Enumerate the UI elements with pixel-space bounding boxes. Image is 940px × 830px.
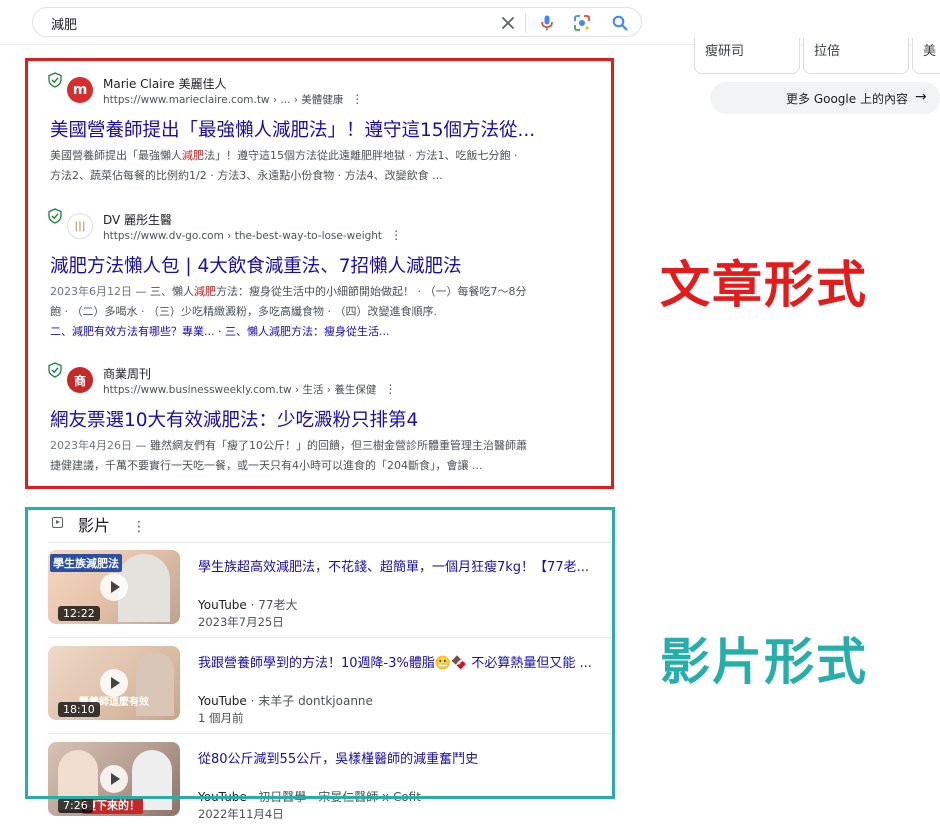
articles-highlight-box <box>25 58 614 489</box>
related-card-2[interactable]: 拉倍 <box>803 38 909 74</box>
search-divider <box>525 13 526 33</box>
related-card-1[interactable]: 瘦研司 <box>694 38 800 74</box>
video-date: 2022年11月4日 <box>198 807 284 821</box>
related-card-3[interactable]: 美 <box>912 38 940 74</box>
search-input[interactable]: 減肥 <box>51 14 77 33</box>
articles-annotation: 文章形式 <box>660 256 868 314</box>
lens-icon[interactable] <box>573 14 591 32</box>
search-icon[interactable] <box>611 14 629 32</box>
clear-icon[interactable] <box>499 14 517 32</box>
search-bar[interactable]: 減肥 <box>32 7 642 37</box>
video-duration: 7:26 <box>58 798 93 813</box>
arrow-right-icon: → <box>915 89 927 105</box>
videos-highlight-box <box>25 507 615 799</box>
microphone-icon[interactable] <box>538 14 556 32</box>
videos-annotation: 影片形式 <box>660 633 868 691</box>
more-on-google-button[interactable]: 更多 Google 上的內容 → <box>710 82 940 114</box>
